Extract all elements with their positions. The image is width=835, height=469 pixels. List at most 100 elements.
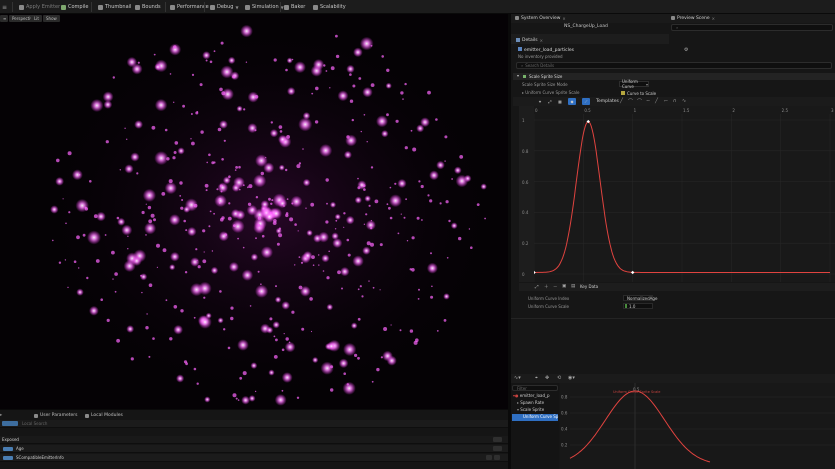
preview-search-input[interactable]: ⌕ [671, 24, 833, 31]
outliner-item[interactable]: ▾ Scale Sprite [517, 408, 544, 412]
toolbar-separator [12, 2, 13, 12]
simulation-dropdown[interactable]: Simulation ▼ [245, 3, 284, 11]
curve-plot[interactable]: 0 0.5 1 1.5 2 2.5 3 [532, 106, 835, 282]
tab-system-overview[interactable]: System Overview × [515, 14, 566, 22]
add-parameter-icon[interactable] [493, 437, 502, 442]
add-parameter-button[interactable] [2, 421, 18, 426]
grid-icon[interactable]: ▦ [556, 98, 564, 105]
view-options-icon[interactable]: ◉▾ [568, 375, 575, 381]
viewport-options-bar: ≡ Perspective Lit Show [0, 14, 120, 24]
mini-curve-graph[interactable]: 0.8 0.6 0.4 0.2 0.5 Uniform Curve Sprite Scal… [560, 383, 835, 469]
module-header[interactable]: ▾ Scale Sprite Size [513, 73, 835, 80]
parameter-search-input[interactable]: Local Search [22, 422, 47, 426]
bottom-curve-toolbar: ∿▾ ⌖ ✥ ⟲ ◉▾ [511, 374, 835, 383]
collapse-arrow-icon[interactable]: ▾ [517, 74, 519, 78]
parameter-search-row: Local Search [0, 420, 508, 428]
search-icon: ⌕ [676, 25, 679, 30]
add-key-icon[interactable]: ＋ [544, 284, 549, 290]
thumbnail-icon [98, 4, 103, 10]
key-data-label: Key Data [580, 284, 599, 289]
emitter-name: emitter_load_particles [518, 47, 574, 54]
key-mode-icon[interactable]: ◆ [568, 98, 576, 105]
outliner-item[interactable]: ▸ Spawn Rate [517, 401, 544, 405]
template-step-icon[interactable]: ⌐ [664, 98, 668, 104]
bounds-button[interactable]: Bounds [135, 3, 161, 11]
curve-outliner: Filter ▾● emitter_load_p ▸ Spawn Rate ▾ … [511, 383, 559, 469]
parameter-options-icon[interactable] [494, 455, 500, 460]
exposed-section-header[interactable]: Exposed [0, 436, 508, 444]
parameter-options-icon[interactable] [493, 446, 502, 451]
uniform-curve-row[interactable]: ▸ Uniform Curve Sprite Scale [522, 91, 579, 95]
template-ease-out-icon[interactable]: ⌒ [637, 98, 642, 105]
template-ramp-icon[interactable]: ╱ [655, 98, 658, 104]
tab-preview-scene[interactable]: Preview Scene × [671, 14, 715, 22]
baker-icon [284, 4, 289, 10]
zoom-fit-icon[interactable]: ⤢ [546, 98, 554, 105]
scale-mode-dropdown[interactable]: Uniform Curve ▾ [619, 79, 649, 89]
curve-asset-button[interactable]: Curve to Scale [621, 91, 656, 96]
curve-name-label: Uniform Curve Sprite Scale [613, 390, 660, 394]
select-tool-icon[interactable]: ⌖ [535, 375, 538, 381]
remove-key-icon[interactable]: － [553, 284, 558, 290]
value-badge [625, 304, 627, 308]
tab-user-parameters[interactable]: User Parameters [34, 412, 77, 419]
toolbar-separator [91, 2, 92, 12]
settings-gear-icon[interactable]: ⚙ [684, 47, 688, 53]
curve-view-icon[interactable]: ∿▾ [514, 375, 521, 381]
parameter-row[interactable]: Age [0, 445, 508, 453]
outliner-item-selected[interactable]: Uniform Curve Sp [512, 414, 558, 421]
thumbnail-button[interactable]: Thumbnail [98, 3, 131, 11]
toolbar-separator [165, 2, 166, 12]
details-search-input[interactable]: ⌕ Search Details [516, 62, 832, 69]
y-tick-label: 0.4 [522, 210, 529, 216]
show-button[interactable]: Show [43, 15, 60, 22]
curve-editor-graph[interactable]: 0 0.5 1 1.5 2 2.5 3 [532, 106, 835, 282]
outliner-root[interactable]: ▾● emitter_load_p [513, 394, 550, 398]
outliner-search-input[interactable]: Filter [512, 385, 558, 391]
parameter-options-icon[interactable] [486, 455, 492, 460]
asset-title: NS_ChargeUp_Load [564, 23, 608, 29]
copy-icon[interactable]: ▣ [562, 284, 566, 289]
tab-parameters-edge[interactable]: ▸ [0, 412, 2, 419]
close-icon[interactable]: × [712, 16, 715, 21]
y-tick-label: 0.6 [561, 411, 568, 416]
compile-button[interactable]: Compile [61, 3, 88, 11]
lit-button[interactable]: Lit [31, 15, 42, 22]
curve-index-label: Uniform Curve Index [528, 296, 570, 301]
apply-emitter-button[interactable]: Apply Emitter [19, 3, 60, 11]
viewport-menu-icon[interactable]: ≡ [0, 15, 8, 22]
template-ease-in-icon[interactable]: ⌒ [628, 98, 633, 105]
y-tick-label: 0.2 [561, 443, 568, 448]
tangent-mode-icon[interactable]: ⟋ [582, 98, 590, 105]
template-ease-inout-icon[interactable]: ∼ [646, 98, 650, 104]
select-tool-icon[interactable]: ⌖ [536, 98, 544, 105]
performance-button[interactable]: Performance [170, 3, 209, 11]
curve-tool-icon[interactable]: ⤢ [535, 284, 539, 290]
curve-value-ruler [519, 106, 534, 282]
scale-mode-label: Scale Sprite Size Mode [522, 82, 568, 87]
module-enabled-icon[interactable] [523, 75, 526, 78]
template-linear-icon[interactable]: ╱ [620, 98, 623, 104]
overview-icon [515, 16, 519, 20]
hamburger-menu-icon[interactable]: ≡ [2, 3, 7, 11]
curve-scale-field[interactable]: 1.0 [623, 303, 653, 309]
debug-icon [210, 4, 215, 10]
mini-curve-plot[interactable]: 0.80.60.40.20.5Uniform Curve Sprite Scal… [560, 383, 835, 469]
retime-icon[interactable]: ⟲ [557, 375, 561, 381]
preview-viewport[interactable] [0, 14, 508, 409]
close-icon[interactable]: × [562, 16, 565, 21]
curve-index-field[interactable]: NormalizedAge [623, 295, 657, 301]
template-wave-icon[interactable]: ∿ [682, 98, 686, 104]
paste-icon[interactable]: ▤ [571, 284, 575, 289]
parameter-row[interactable]: SCompatibleEmitterInfo [0, 454, 508, 462]
debug-dropdown[interactable]: Debug ▼ [210, 3, 239, 11]
close-icon[interactable]: × [540, 38, 543, 43]
parameter-name: Age [16, 446, 24, 451]
scalability-button[interactable]: Scalability [313, 3, 346, 11]
tab-details[interactable]: Details × [516, 36, 543, 44]
tab-local-modules[interactable]: Local Modules [85, 412, 123, 419]
baker-button[interactable]: Baker [284, 3, 305, 11]
preview-icon [671, 16, 675, 20]
template-bell-icon[interactable]: ∩ [673, 98, 677, 104]
transform-icon[interactable]: ✥ [545, 375, 549, 381]
